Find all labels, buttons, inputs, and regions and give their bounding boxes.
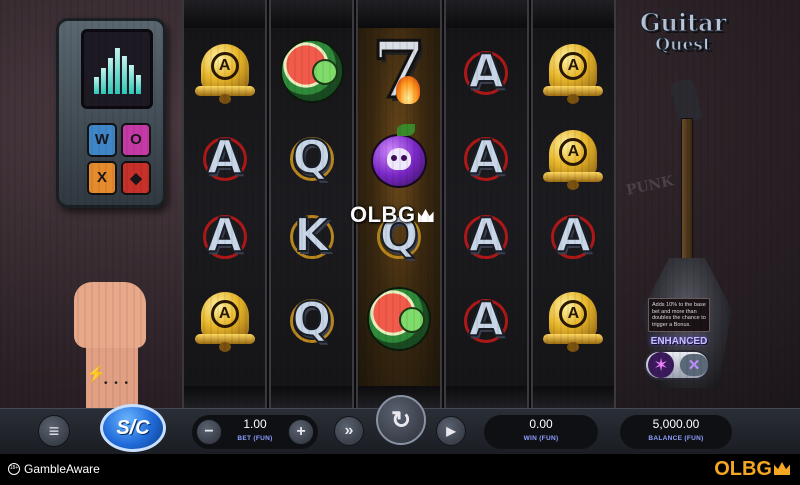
raised-fist: ⚡ • • •: [74, 282, 146, 408]
letter-q-symbol: Q: [285, 287, 339, 351]
reel-1: AAAA: [182, 0, 268, 408]
reel-4: AAAA: [443, 0, 529, 408]
reel-cell: A: [184, 118, 265, 196]
reel-cell: A: [184, 196, 265, 274]
reel-cell: [271, 32, 352, 110]
gambleaware-link[interactable]: 18+ GambleAware: [8, 462, 100, 476]
letter-a-symbol: A: [198, 203, 252, 267]
bell-symbol: A: [543, 40, 604, 104]
olbg-watermark: OLBG: [350, 202, 434, 228]
letter-k-symbol: K: [285, 203, 339, 267]
music-device: W O X ◆: [56, 18, 166, 208]
enhanced-label: ENHANCED: [650, 336, 708, 347]
reel-cell: 7: [358, 25, 439, 116]
equalizer-bar: [114, 48, 120, 94]
equalizer-bar: [100, 68, 106, 94]
letter-q-symbol: Q: [285, 125, 339, 189]
reel-cell: A: [446, 196, 527, 274]
reel-cell: A: [533, 280, 614, 358]
feature-tooltip: Adds 10% to the base bet and more than d…: [648, 298, 710, 332]
turbo-button[interactable]: »: [334, 416, 364, 446]
letter-a-symbol: A: [198, 125, 252, 189]
equalizer-bar: [93, 77, 99, 94]
crown-icon: [774, 462, 790, 475]
enhanced-toggle[interactable]: ✶ ✕: [644, 350, 710, 380]
reel-cell: Q: [271, 280, 352, 358]
bet-increase-button[interactable]: +: [288, 419, 314, 445]
win-caption: WIN (FUN): [523, 435, 559, 442]
bell-symbol: A: [543, 126, 604, 190]
spin-button[interactable]: ↻: [376, 395, 426, 445]
autoplay-button[interactable]: ▶: [436, 416, 466, 446]
device-keypad: W O X ◆: [87, 123, 151, 195]
reel-cell: A: [446, 118, 527, 196]
reel-cell: A: [446, 280, 527, 358]
footer-bar: 18+ GambleAware OLBG: [0, 454, 800, 485]
reel-cell: K: [271, 196, 352, 274]
reel-2: QKQ: [269, 0, 355, 408]
reel-cell: [358, 280, 439, 358]
balance-caption: BALANCE (FUN): [648, 435, 704, 442]
plum-skull-symbol: [369, 124, 429, 190]
watermelon-symbol: [367, 287, 431, 351]
game-logo: Guitar Quest: [640, 8, 727, 55]
bet-caption: BET (FUN): [237, 435, 273, 442]
bet-value: 1.00: [243, 417, 267, 431]
device-key: O: [121, 123, 151, 157]
reel-cell: Q: [271, 118, 352, 196]
crown-icon: [417, 209, 434, 222]
reel-cell: A: [533, 118, 614, 196]
letter-a-symbol: A: [459, 287, 513, 351]
reel-cell: A: [446, 32, 527, 110]
reel-cell: [358, 118, 439, 196]
bell-symbol: A: [194, 288, 255, 352]
reel-cell: A: [533, 196, 614, 274]
pentagram-icon[interactable]: ✶: [648, 352, 674, 378]
olbg-logo: OLBG: [714, 458, 790, 481]
game-scene: PUNK W O X ◆ ⚡ • • • AAAAQKQ7QAAAAAAAA OLBG…: [0, 0, 800, 408]
bell-symbol: A: [194, 40, 255, 104]
equalizer-bar: [128, 65, 134, 94]
menu-button[interactable]: ≡: [38, 415, 70, 447]
close-icon[interactable]: ✕: [680, 354, 708, 376]
equalizer-bar: [135, 75, 141, 94]
equalizer-bar: [107, 58, 113, 94]
device-key: X: [87, 160, 117, 195]
reel-5: AAAA: [530, 0, 617, 408]
equalizer-screen: [81, 29, 153, 109]
social-casino-button[interactable]: S/C: [100, 404, 166, 452]
reel-cell: A: [184, 32, 265, 110]
letter-a-symbol: A: [459, 39, 513, 103]
lightning-tattoo: ⚡: [86, 366, 106, 383]
balance-value: 5,000.00: [652, 417, 700, 431]
seven-symbol: 7: [370, 25, 427, 116]
letter-a-symbol: A: [459, 203, 513, 267]
letter-a-symbol: A: [546, 203, 600, 267]
letter-a-symbol: A: [459, 125, 513, 189]
device-key: W: [87, 123, 117, 157]
age-restriction-icon: 18+: [8, 463, 20, 475]
device-key: ◆: [121, 160, 151, 195]
reel-cell: A: [184, 280, 265, 358]
win-value: 0.00: [529, 417, 553, 431]
reel-cell: A: [533, 32, 614, 110]
equalizer-bar: [121, 56, 127, 94]
watermelon-symbol: [279, 39, 344, 103]
bell-symbol: A: [543, 288, 604, 352]
